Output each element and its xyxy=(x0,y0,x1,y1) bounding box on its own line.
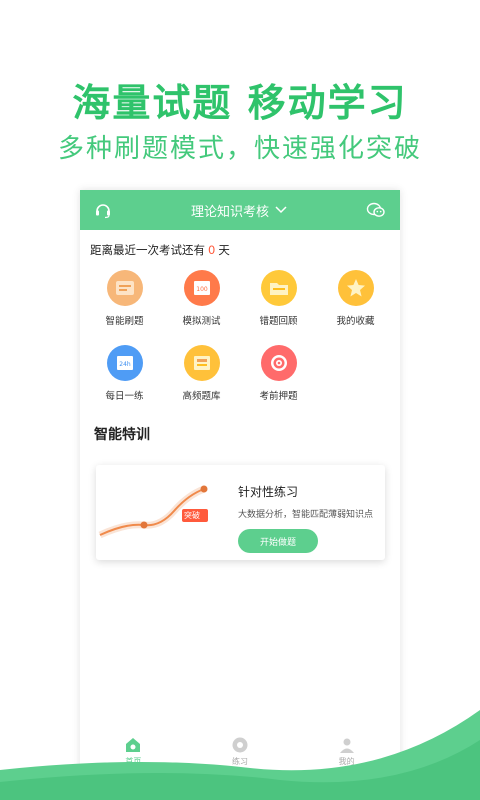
targeted-practice-card[interactable]: 突破 针对性练习 大数据分析，智能匹配薄弱知识点 开始做题 xyxy=(96,465,385,560)
grid-item-target[interactable]: 考前押题 xyxy=(240,345,317,402)
exam-selector[interactable]: 理论知识考核 xyxy=(191,201,287,220)
start-practice-button[interactable]: 开始做题 xyxy=(238,529,318,553)
grid-label: 我的收藏 xyxy=(336,316,375,327)
frequent-bank-icon xyxy=(183,345,220,381)
countdown-days: 0 xyxy=(208,243,216,257)
grid-item-favorite[interactable]: 我的收藏 xyxy=(317,270,394,327)
promo-subtitle: 多种刷题模式，快速强化突破 xyxy=(57,134,422,164)
function-grid: 智能刷题 100 模拟测试 错题回顾 我的收藏 24h 每日一练 高频题库 考前… xyxy=(80,270,400,402)
grid-item-wrong-review[interactable]: 错题回顾 xyxy=(240,270,317,327)
grid-item-mock-test[interactable]: 100 模拟测试 xyxy=(163,270,240,327)
favorite-icon xyxy=(337,270,374,306)
daily-practice-icon: 24h xyxy=(106,345,143,381)
wechat-icon[interactable] xyxy=(366,201,386,219)
grid-item-frequent-bank[interactable]: 高频题库 xyxy=(163,345,240,402)
exam-title: 理论知识考核 xyxy=(190,204,269,220)
card-desc: 大数据分析，智能匹配薄弱知识点 xyxy=(238,510,374,520)
countdown-suffix: 天 xyxy=(218,243,230,257)
target-icon xyxy=(260,345,297,381)
exam-countdown: 距离最近一次考试还有 0 天 xyxy=(80,230,400,270)
svg-text:100: 100 xyxy=(196,286,208,293)
svg-text:24h: 24h xyxy=(119,361,131,368)
grid-label: 模拟测试 xyxy=(182,316,221,327)
grid-item-daily-practice[interactable]: 24h 每日一练 xyxy=(86,345,163,402)
headset-icon[interactable] xyxy=(94,201,112,219)
card-title: 针对性练习 xyxy=(238,485,299,499)
grid-item-smart-practice[interactable]: 智能刷题 xyxy=(86,270,163,327)
decorative-wave xyxy=(0,710,480,800)
section-title: 智能特训 xyxy=(94,427,150,443)
wrong-review-icon xyxy=(260,270,297,306)
breakthrough-badge: 突破 xyxy=(184,511,200,520)
grid-label: 错题回顾 xyxy=(259,316,298,327)
chevron-down-icon xyxy=(275,206,287,214)
header-bar: 理论知识考核 xyxy=(80,190,400,230)
countdown-prefix: 距离最近一次考试还有 xyxy=(90,243,205,257)
mock-test-icon: 100 xyxy=(183,270,220,306)
progress-curve-graphic xyxy=(98,485,208,539)
grid-label: 智能刷题 xyxy=(105,316,144,327)
smart-practice-icon xyxy=(106,270,143,306)
promo-title: 海量试题 移动学习 xyxy=(72,81,408,125)
grid-label: 高频题库 xyxy=(182,391,221,402)
grid-label: 考前押题 xyxy=(259,391,298,402)
grid-label: 每日一练 xyxy=(105,391,144,402)
